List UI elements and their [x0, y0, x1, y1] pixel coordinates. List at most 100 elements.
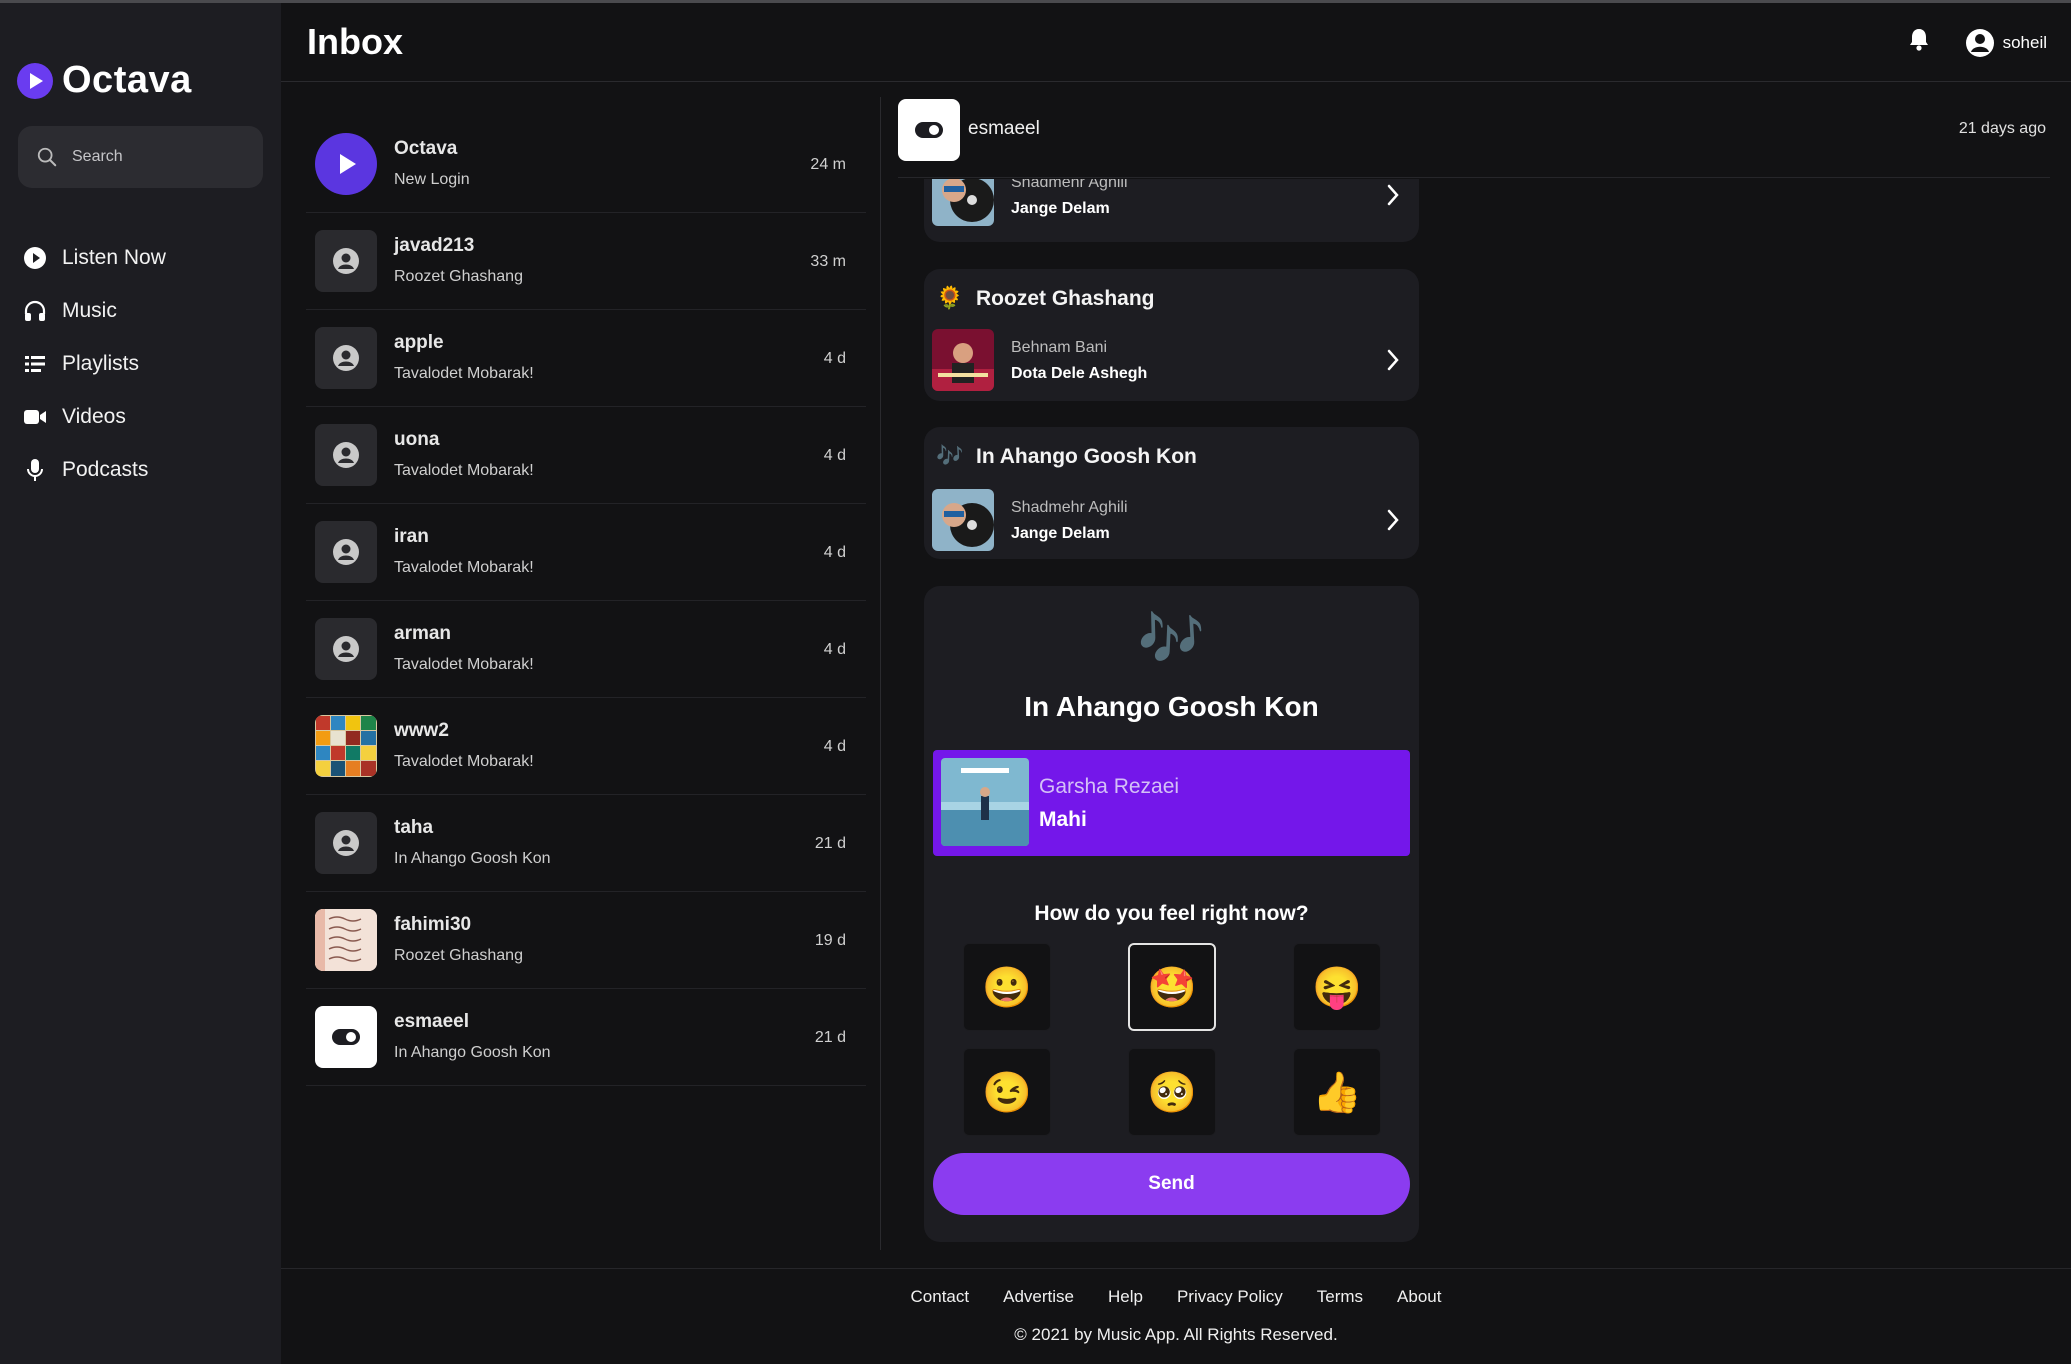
song-name: Dota Dele Ashegh	[1011, 365, 1148, 382]
sidebar-item-videos[interactable]: Videos	[22, 390, 166, 443]
share-song-card: 🎶 In Ahango Goosh Kon Garsha Rezaei Mahi…	[924, 586, 1419, 1242]
search-input[interactable]	[72, 148, 242, 166]
microphone-icon	[22, 457, 48, 483]
user-avatar-icon	[315, 230, 377, 292]
sidebar-item-podcasts[interactable]: Podcasts	[22, 443, 166, 496]
username: soheil	[2002, 32, 2047, 52]
message-row[interactable]: fahimi30 Roozet Ghashang 19 d	[306, 892, 866, 989]
sidebar-item-label: Listen Now	[62, 245, 166, 269]
message-preview: New Login	[394, 171, 470, 188]
song-name: Mahi	[1039, 808, 1087, 831]
footer-link-advertise[interactable]: Advertise	[1003, 1287, 1074, 1307]
message-row[interactable]: javad213 Roozet Ghashang 33 m	[306, 213, 866, 310]
message-row[interactable]: apple Tavalodet Mobarak! 4 d	[306, 310, 866, 407]
sidebar-item-playlists[interactable]: Playlists	[22, 337, 166, 390]
track-item[interactable]: Behnam Bani Dota Dele Ashegh	[932, 329, 1412, 395]
send-button[interactable]: Send	[933, 1153, 1410, 1215]
sidebar-nav: Listen Now Music Playlists Videos Podcas…	[22, 231, 166, 496]
card-title: In Ahango Goosh Kon	[976, 445, 1197, 468]
album-cover	[932, 179, 994, 226]
message-sender: uona	[394, 429, 440, 450]
header: Inbox soheil	[281, 3, 2071, 82]
conversation-header: esmaeel 21 days ago	[898, 98, 2050, 178]
footer-link-terms[interactable]: Terms	[1317, 1287, 1363, 1307]
message-time: 4 d	[823, 350, 846, 367]
message-row[interactable]: iran Tavalodet Mobarak! 4 d	[306, 504, 866, 601]
artist-name: Behnam Bani	[1011, 339, 1108, 356]
message-sender: iran	[394, 526, 429, 547]
message-sender: esmaeel	[394, 1011, 470, 1032]
message-row[interactable]: arman Tavalodet Mobarak! 4 d	[306, 601, 866, 698]
message-sender: taha	[394, 817, 434, 838]
tongue-face-icon: 😝	[1312, 965, 1362, 1010]
sidebar-item-label: Playlists	[62, 351, 140, 375]
brand[interactable]: Octava	[17, 59, 192, 102]
conversation-name: esmaeel	[968, 118, 1040, 139]
chevron-right-icon	[1386, 509, 1400, 536]
footer-link-privacy[interactable]: Privacy Policy	[1177, 1287, 1283, 1307]
message-time: 21 d	[814, 835, 846, 852]
message-list: Octava New Login 24 m javad213 Roozet Gh…	[306, 116, 866, 1086]
video-camera-icon	[22, 404, 48, 430]
search-box[interactable]	[18, 126, 263, 188]
pleading-face-icon: 🥺	[1147, 1070, 1197, 1115]
footer-link-about[interactable]: About	[1397, 1287, 1441, 1307]
message-preview: In Ahango Goosh Kon	[394, 850, 551, 867]
mood-star-struck-button[interactable]: 🤩	[1128, 943, 1216, 1031]
message-row[interactable]: uona Tavalodet Mobarak! 4 d	[306, 407, 866, 504]
column-divider	[880, 97, 881, 1250]
toggle-icon	[315, 1006, 377, 1068]
album-cover	[932, 489, 994, 551]
message-row[interactable]: taha In Ahango Goosh Kon 21 d	[306, 795, 866, 892]
message-preview: Tavalodet Mobarak!	[394, 559, 534, 576]
grinning-face-icon: 😀	[982, 965, 1032, 1010]
message-time: 4 d	[823, 641, 846, 658]
header-actions: soheil	[1907, 27, 2047, 58]
mood-tongue-button[interactable]: 😝	[1293, 943, 1381, 1031]
message-row[interactable]: esmaeel In Ahango Goosh Kon 21 d	[306, 989, 866, 1086]
search-icon	[37, 147, 57, 167]
mood-thumbs-up-button[interactable]: 👍	[1293, 1048, 1381, 1136]
user-avatar-icon	[315, 327, 377, 389]
mood-pleading-button[interactable]: 🥺	[1128, 1048, 1216, 1136]
message-time: 19 d	[814, 932, 846, 949]
card-title: In Ahango Goosh Kon	[1024, 691, 1319, 722]
featured-track[interactable]: Garsha Rezaei Mahi	[933, 750, 1410, 856]
winking-face-icon: 😉	[982, 1070, 1032, 1115]
message-row[interactable]: Octava New Login 24 m	[306, 116, 866, 213]
star-struck-icon: 🤩	[1147, 965, 1197, 1010]
message-sender: www2	[394, 720, 449, 741]
artist-name: Shadmehr Aghili	[1011, 499, 1128, 516]
octava-play-icon	[315, 133, 377, 195]
chevron-right-icon	[1386, 184, 1400, 211]
mood-grinning-button[interactable]: 😀	[963, 943, 1051, 1031]
footer: Contact Advertise Help Privacy Policy Te…	[281, 1268, 2071, 1364]
song-name: Jange Delam	[1011, 200, 1110, 217]
album-cover	[941, 758, 1029, 846]
mood-question: How do you feel right now?	[1034, 902, 1309, 925]
track-item[interactable]: Shadmehr Aghili Jange Delam	[932, 489, 1412, 555]
message-time: 4 d	[823, 738, 846, 755]
sidebar-item-music[interactable]: Music	[22, 284, 166, 337]
thumbs-up-icon: 👍	[1312, 1070, 1362, 1115]
track-item[interactable]: Shadmehr Aghili Jange Delam	[932, 179, 1412, 230]
music-notes-icon: 🎶	[936, 443, 964, 468]
playlist-icon	[22, 351, 48, 377]
sidebar-item-listen-now[interactable]: Listen Now	[22, 231, 166, 284]
footer-link-contact[interactable]: Contact	[911, 1287, 970, 1307]
mood-wink-button[interactable]: 😉	[963, 1048, 1051, 1136]
song-card: 🌻 Roozet Ghashang Behnam Bani Dota Dele …	[924, 269, 1419, 401]
user-menu[interactable]: soheil	[1965, 28, 2047, 58]
message-preview: Tavalodet Mobarak!	[394, 462, 534, 479]
message-preview: In Ahango Goosh Kon	[394, 1044, 551, 1061]
message-time: 4 d	[823, 447, 846, 464]
message-sender: fahimi30	[394, 914, 472, 935]
chevron-right-icon	[1386, 349, 1400, 376]
message-row[interactable]: www2 Tavalodet Mobarak! 4 d	[306, 698, 866, 795]
message-sender: Octava	[394, 138, 458, 159]
artist-name: Garsha Rezaei	[1039, 775, 1180, 798]
page-title: Inbox	[307, 21, 403, 62]
bell-icon[interactable]	[1907, 27, 1931, 58]
footer-link-help[interactable]: Help	[1108, 1287, 1143, 1307]
message-time: 24 m	[810, 156, 846, 173]
